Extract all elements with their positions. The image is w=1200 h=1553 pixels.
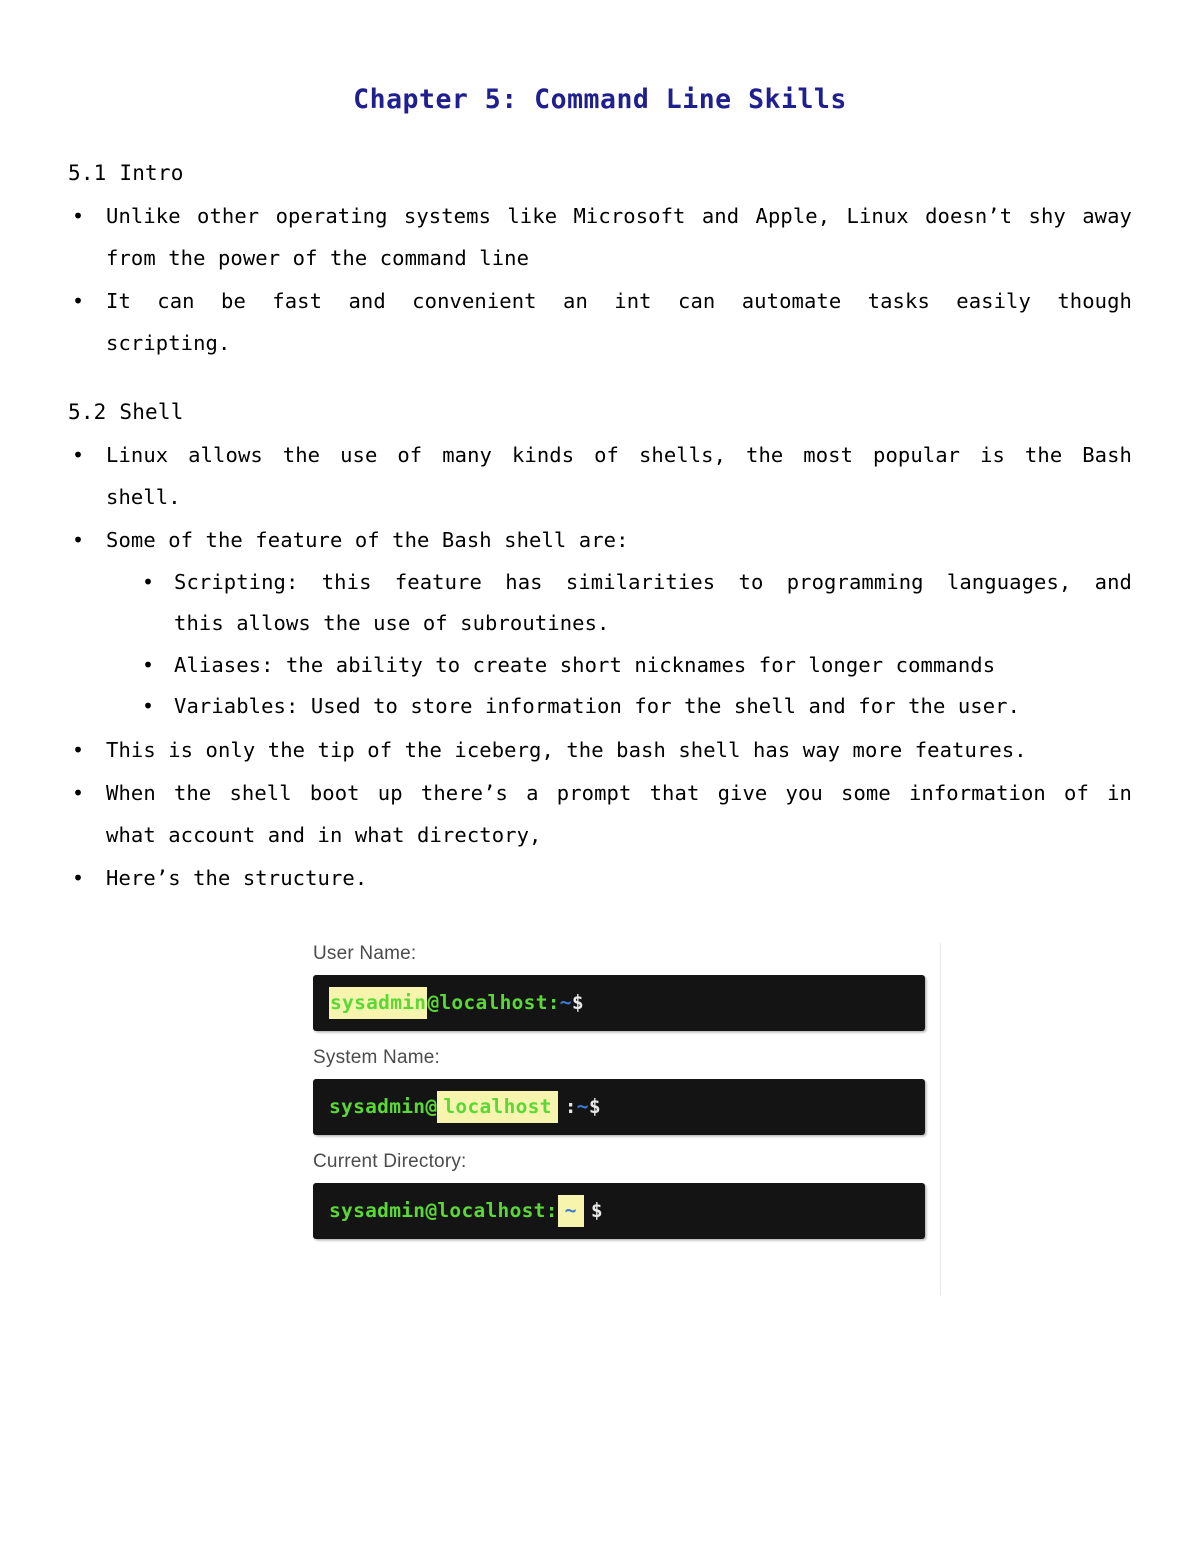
prompt-user-at-host: sysadmin@localhost: xyxy=(329,1199,558,1222)
prompt-colon: : xyxy=(564,1095,577,1118)
bullet-list-5-1: Unlike other operating systems like Micr… xyxy=(68,196,1132,364)
figure-label-current-directory: Current Directory: xyxy=(313,1151,467,1172)
page-title: Chapter 5: Command Line Skills xyxy=(353,83,847,115)
terminal-prompt-line: sysadmin@localhost:~ $ xyxy=(329,1195,603,1227)
figure-frame-edge xyxy=(940,943,941,1295)
highlight-username: sysadmin xyxy=(329,987,428,1019)
terminal-prompt-user-name: sysadmin @localhost: ~ $ xyxy=(313,975,925,1031)
bullet-line: what account and in what directory, xyxy=(106,822,542,847)
prompt-structure-figure: User Name: sysadmin @localhost: ~ $ System … xyxy=(313,943,941,1295)
bullet-line: scripting. xyxy=(106,330,231,355)
bullet-list-5-2-top: Linux allows the use of many kinds of sh… xyxy=(68,435,1132,728)
bullet-line: Some of the feature of the Bash shell ar… xyxy=(106,528,629,552)
terminal-prompt-current-directory: sysadmin@localhost: ~ $ xyxy=(313,1183,925,1239)
list-item: Scripting: this feature has similarities… xyxy=(140,562,1132,645)
figure-panel-system-name: System Name: sysadmin@ localhost: ~ $ xyxy=(313,1047,941,1135)
bullet-line: When the shell boot up there’s a prompt … xyxy=(106,781,1132,805)
prompt-dollar: $ xyxy=(590,1199,603,1222)
bullet-line: this allows the use of subroutines. xyxy=(174,611,610,635)
bullet-line: Here’s the structure. xyxy=(106,866,368,890)
list-item: Unlike other operating systems like Micr… xyxy=(68,196,1132,279)
bullet-line: This is only the tip of the iceberg, the… xyxy=(106,737,1027,762)
section-heading-5-1: 5.1 Intro xyxy=(68,161,184,185)
terminal-prompt-line: sysadmin@localhost:~$ xyxy=(329,1091,601,1123)
prompt-user-at: sysadmin@ xyxy=(329,1095,438,1118)
bullet-line: Variables: Used to store information for… xyxy=(174,694,1021,718)
terminal-prompt-system-name: sysadmin@ localhost: ~ $ xyxy=(313,1079,925,1135)
prompt-tilde: ~ xyxy=(576,1095,589,1118)
highlight-hostname: localhost xyxy=(437,1091,558,1123)
bullet-line: from the power of the command line xyxy=(106,245,530,270)
prompt-tilde: ~ xyxy=(559,991,572,1014)
document-page: Chapter 5: Command Line Skills 5.1 Intro… xyxy=(0,0,1200,1553)
prompt-colon: : xyxy=(547,991,560,1014)
bullet-list-5-2-bottom: This is only the tip of the iceberg, the… xyxy=(68,730,1132,900)
list-item: It can be fast and convenient an int can… xyxy=(68,281,1132,364)
section-heading-5-2: 5.2 Shell xyxy=(68,400,184,424)
figure-panel-user-name: User Name: sysadmin @localhost: ~ $ xyxy=(313,943,941,1031)
document-body: 5.1 Intro Unlike other operating systems… xyxy=(68,158,1132,902)
bullet-line: Aliases: the ability to create short nic… xyxy=(174,652,996,677)
list-item: Aliases: the ability to create short nic… xyxy=(140,645,1132,687)
highlight-directory: ~ xyxy=(557,1195,584,1227)
bullet-line: Scripting: this feature has similarities… xyxy=(174,569,1132,594)
prompt-dollar: $ xyxy=(588,1095,601,1118)
bullet-line: Unlike other operating systems like Micr… xyxy=(106,204,1132,228)
bullet-sublist-bash-features: Scripting: this feature has similarities… xyxy=(106,562,1132,728)
bullet-line: It can be fast and convenient an int can… xyxy=(106,289,1132,313)
prompt-at-host: @localhost xyxy=(427,991,548,1014)
list-item: Linux allows the use of many kinds of sh… xyxy=(68,435,1132,518)
figure-label-system-name: System Name: xyxy=(313,1047,440,1068)
list-item: Variables: Used to store information for… xyxy=(140,686,1132,728)
bullet-line: Linux allows the use of many kinds of sh… xyxy=(106,443,1132,467)
prompt-dollar: $ xyxy=(571,991,584,1014)
list-item: Some of the feature of the Bash shell ar… xyxy=(68,520,1132,728)
bullet-line: shell. xyxy=(106,484,181,509)
terminal-prompt-line: sysadmin@localhost:~$ xyxy=(329,987,584,1019)
list-item: When the shell boot up there’s a prompt … xyxy=(68,773,1132,856)
list-item: Here’s the structure. xyxy=(68,858,1132,900)
list-item: This is only the tip of the iceberg, the… xyxy=(68,730,1132,772)
figure-label-user-name: User Name: xyxy=(313,943,417,964)
figure-panel-current-directory: Current Directory: sysadmin@localhost: ~ $ xyxy=(313,1151,941,1239)
